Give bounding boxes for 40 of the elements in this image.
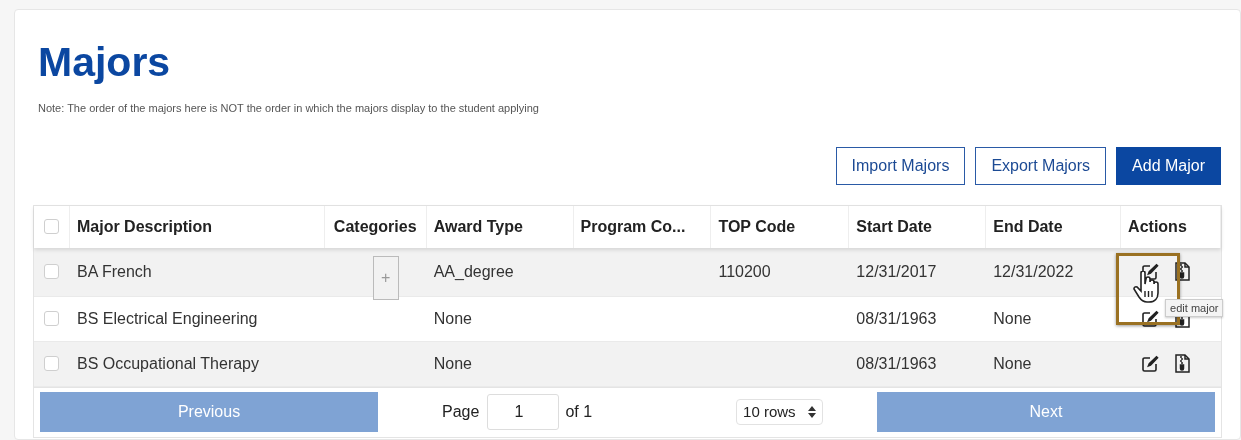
table-cell-text: 110200 xyxy=(718,261,771,282)
table-cell-text: 12/31/2022 xyxy=(993,261,1074,282)
table-cell-text: BS Occupational Therapy xyxy=(76,353,259,374)
zip-file-icon[interactable] xyxy=(1175,262,1191,281)
table-cell-text: 08/31/1963 xyxy=(856,353,937,374)
tooltip: edit major xyxy=(1165,298,1224,317)
note-text: Note: The order of the majors here is NOT the order in which the majors display to the student applying xyxy=(38,101,539,116)
column-header[interactable]: Major Description xyxy=(76,214,213,239)
checkbox[interactable] xyxy=(44,219,59,234)
action-button[interactable]: Export Majors xyxy=(975,146,1107,185)
table-cell-text: BS Electrical Engineering xyxy=(76,308,258,329)
table-cell-text: None xyxy=(433,353,472,374)
zip-file-icon[interactable] xyxy=(1175,354,1191,373)
edit-icon[interactable] xyxy=(1141,354,1160,373)
table-cell-text: 12/31/2017 xyxy=(856,261,937,282)
checkbox[interactable] xyxy=(44,356,60,371)
column-header[interactable]: Program Co... xyxy=(580,214,686,239)
checkbox[interactable] xyxy=(44,311,60,326)
rows-select[interactable]: 10 rows xyxy=(736,399,823,425)
column-header[interactable]: Start Date xyxy=(856,214,932,239)
column-header[interactable]: End Date xyxy=(993,214,1063,239)
checkbox[interactable] xyxy=(44,264,60,279)
table-cell-text: None xyxy=(993,353,1032,374)
table-cell-text: 08/31/1963 xyxy=(856,308,937,329)
column-header[interactable]: TOP Code xyxy=(718,214,796,239)
stepper-icon xyxy=(807,406,816,418)
table-cell-text: None xyxy=(433,308,472,329)
action-button[interactable]: Import Majors xyxy=(835,146,966,185)
page-input[interactable]: 1 xyxy=(487,394,560,430)
table-cell-text: AA_degree xyxy=(433,261,514,282)
page-title: Majors xyxy=(38,38,171,86)
edit-icon[interactable] xyxy=(1141,309,1160,328)
column-header[interactable]: Categories xyxy=(333,214,417,239)
page-label: Page xyxy=(442,402,480,422)
column-header[interactable]: Actions xyxy=(1128,214,1187,239)
add-button[interactable]: Add Major xyxy=(1116,146,1221,185)
table-cell-text: None xyxy=(993,308,1032,329)
table-cell-text: BA French xyxy=(76,261,152,282)
page-count: of 1 xyxy=(565,402,593,422)
column-header[interactable]: Award Type xyxy=(433,214,523,239)
